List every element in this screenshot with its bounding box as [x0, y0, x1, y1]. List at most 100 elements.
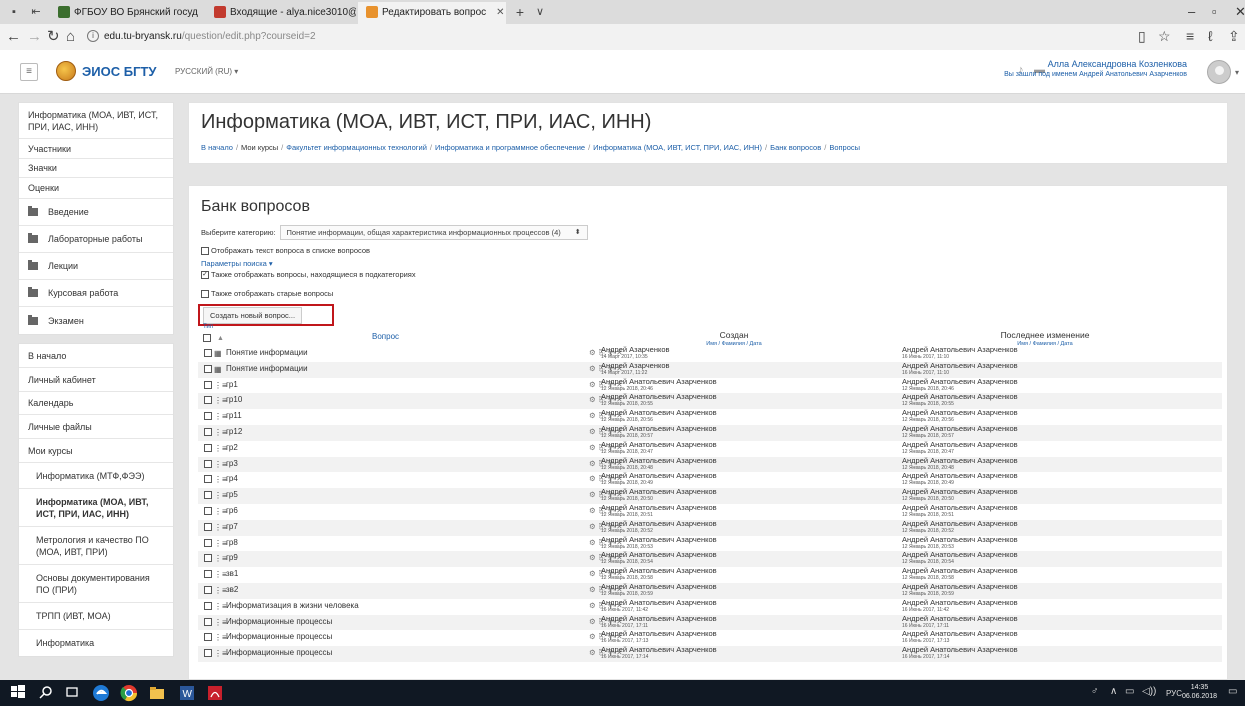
- sidebar-item[interactable]: ТРПП (ИВТ, МОА): [19, 603, 173, 630]
- edge-browser-icon[interactable]: [92, 684, 110, 702]
- search-options-link[interactable]: Параметры поиска ▾: [201, 259, 273, 268]
- breadcrumb-link[interactable]: Вопросы: [829, 143, 860, 152]
- type-column-header[interactable]: Тип: [203, 324, 213, 330]
- tab-preview-icon[interactable]: ▪: [6, 4, 22, 20]
- menu-toggle-button[interactable]: ≡: [20, 63, 38, 81]
- people-icon[interactable]: ♂: [1091, 686, 1099, 697]
- row-checkbox[interactable]: [204, 427, 212, 436]
- tab-edit-question[interactable]: Редактировать вопрос ✕: [358, 2, 506, 24]
- category-select[interactable]: Понятие информации, общая характеристика…: [279, 225, 588, 240]
- sidebar-item[interactable]: Метрология и качество ПО (МОА, ИВТ, ПРИ): [19, 527, 173, 565]
- row-checkbox[interactable]: [204, 443, 212, 452]
- row-checkbox[interactable]: [204, 475, 212, 484]
- edit-gear-icon[interactable]: ⚙: [589, 348, 599, 357]
- row-checkbox[interactable]: [204, 349, 212, 357]
- sidebar-item[interactable]: Личные файлы: [19, 415, 173, 439]
- sidebar-item[interactable]: В начало: [19, 344, 173, 368]
- task-view-icon[interactable]: [64, 684, 82, 702]
- sidebar-item[interactable]: Информатика (МОА, ИВТ, ИСТ, ПРИ, ИАС, ИН…: [19, 103, 173, 139]
- edit-gear-icon[interactable]: ⚙: [589, 474, 599, 483]
- sidebar-item[interactable]: Экзамен: [19, 307, 173, 334]
- breadcrumb-link[interactable]: Информатика (МОА, ИВТ, ИСТ, ПРИ, ИАС, ИН…: [593, 143, 762, 152]
- user-menu-caret-icon[interactable]: ▾: [1235, 68, 1239, 77]
- edit-gear-icon[interactable]: ⚙: [589, 632, 599, 641]
- sidebar-item[interactable]: Лабораторные работы: [19, 226, 173, 253]
- edit-gear-icon[interactable]: ⚙: [589, 522, 599, 531]
- tray-language[interactable]: РУС: [1166, 689, 1182, 698]
- url-field[interactable]: edu.tu-bryansk.ru/question/edit.php?cour…: [104, 31, 316, 42]
- edit-gear-icon[interactable]: ⚙: [589, 490, 599, 499]
- home-icon[interactable]: ⌂: [66, 28, 75, 46]
- maximize-icon[interactable]: ▫: [1212, 4, 1217, 19]
- edit-gear-icon[interactable]: ⚙: [589, 364, 599, 373]
- close-tab-icon[interactable]: ✕: [496, 7, 504, 18]
- created-header-label[interactable]: Создан: [720, 330, 749, 340]
- question-column-header[interactable]: Вопрос: [372, 332, 399, 341]
- word-icon[interactable]: W: [178, 684, 196, 702]
- search-icon[interactable]: [38, 684, 56, 702]
- edit-gear-icon[interactable]: ⚙: [589, 427, 599, 436]
- sidebar-item[interactable]: Участники: [19, 139, 173, 159]
- new-tab-button[interactable]: +: [512, 4, 528, 20]
- row-checkbox[interactable]: [204, 554, 212, 563]
- user-menu[interactable]: Алла Александровна Козленкова Вы зашли п…: [1004, 59, 1187, 78]
- favorites-hub-icon[interactable]: ≡: [1186, 28, 1194, 44]
- tab-menu-button[interactable]: ∨: [532, 4, 548, 20]
- sort-asc-icon[interactable]: ▲: [217, 335, 224, 342]
- site-logo-icon[interactable]: [56, 61, 76, 81]
- row-checkbox[interactable]: [204, 380, 212, 389]
- sidebar-item[interactable]: Курсовая работа: [19, 280, 173, 307]
- sidebar-item[interactable]: Мои курсы: [19, 439, 173, 463]
- edit-gear-icon[interactable]: ⚙: [589, 569, 599, 578]
- show-text-checkbox[interactable]: [201, 246, 209, 255]
- close-window-icon[interactable]: ✕: [1235, 4, 1245, 20]
- tab-list-icon[interactable]: ⇤: [28, 4, 44, 20]
- edit-gear-icon[interactable]: ⚙: [589, 601, 599, 610]
- row-checkbox[interactable]: [204, 601, 212, 610]
- edit-gear-icon[interactable]: ⚙: [589, 411, 599, 420]
- row-checkbox[interactable]: [204, 649, 212, 658]
- edit-gear-icon[interactable]: ⚙: [589, 617, 599, 626]
- sidebar-item[interactable]: Информатика: [19, 630, 173, 656]
- file-explorer-icon[interactable]: [148, 684, 166, 702]
- site-name[interactable]: ЭИОС БГТУ: [82, 64, 156, 79]
- language-menu[interactable]: РУССКИЙ (RU) ▾: [175, 67, 238, 76]
- breadcrumb-link[interactable]: В начало: [201, 143, 233, 152]
- reading-view-icon[interactable]: ▯: [1138, 28, 1146, 45]
- breadcrumb-link[interactable]: Банк вопросов: [770, 143, 821, 152]
- back-icon[interactable]: ←: [6, 28, 21, 46]
- row-checkbox[interactable]: [204, 522, 212, 531]
- sidebar-item[interactable]: Календарь: [19, 392, 173, 415]
- edit-gear-icon[interactable]: ⚙: [589, 380, 599, 389]
- row-checkbox[interactable]: [204, 412, 212, 421]
- chrome-browser-icon[interactable]: [120, 684, 138, 702]
- sidebar-item[interactable]: Значки: [19, 159, 173, 178]
- tab-university[interactable]: ФГБОУ ВО Брянский госуд: [50, 2, 202, 24]
- row-checkbox[interactable]: [204, 459, 212, 468]
- network-icon[interactable]: ▭: [1125, 686, 1134, 697]
- forward-icon[interactable]: →: [27, 28, 42, 46]
- row-checkbox[interactable]: [204, 538, 212, 547]
- sidebar-item[interactable]: Лекции: [19, 253, 173, 280]
- breadcrumb-link[interactable]: Факультет информационных технологий: [286, 143, 427, 152]
- breadcrumb-link[interactable]: Мои курсы: [241, 143, 278, 152]
- action-center-icon[interactable]: ▭: [1228, 686, 1237, 697]
- include-subcategories-checkbox[interactable]: ✓: [201, 270, 209, 279]
- sidebar-item[interactable]: Основы документирования ПО (ПРИ): [19, 565, 173, 603]
- sidebar-item[interactable]: Оценки: [19, 178, 173, 199]
- tab-mail[interactable]: Входящие - alya.nice3010@: [206, 2, 356, 24]
- row-checkbox[interactable]: [204, 617, 212, 626]
- edit-gear-icon[interactable]: ⚙: [589, 506, 599, 515]
- sidebar-item[interactable]: Информатика (МОА, ИВТ, ИСТ, ПРИ, ИАС, ИН…: [19, 489, 173, 527]
- select-all-checkbox[interactable]: [203, 334, 211, 342]
- modified-header-label[interactable]: Последнее изменение: [1001, 330, 1090, 340]
- tray-expand-icon[interactable]: ∧: [1110, 686, 1117, 697]
- row-checkbox[interactable]: [204, 491, 212, 500]
- edit-gear-icon[interactable]: ⚙: [589, 585, 599, 594]
- row-checkbox[interactable]: [204, 633, 212, 642]
- sidebar-item[interactable]: Введение: [19, 199, 173, 226]
- pdf-reader-icon[interactable]: [206, 684, 224, 702]
- avatar[interactable]: [1207, 60, 1231, 84]
- sidebar-item[interactable]: Информатика (МТФ,ФЭЭ): [19, 463, 173, 489]
- edit-gear-icon[interactable]: ⚙: [589, 459, 599, 468]
